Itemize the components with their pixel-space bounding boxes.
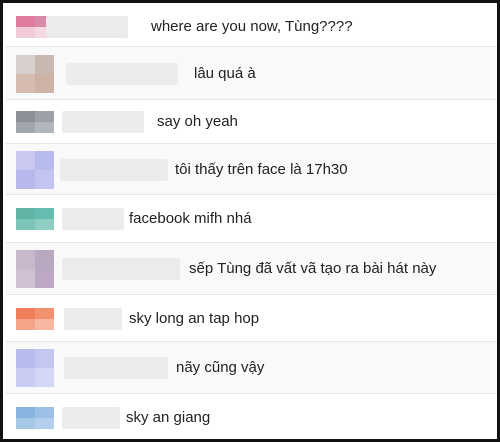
blurred-author-name (66, 62, 178, 85)
blurred-avatar (16, 111, 54, 133)
blurred-avatar (16, 208, 54, 230)
chat-window: where are you now, Tùng???? lâu quá à say … (0, 0, 500, 442)
blurred-author-name (62, 111, 144, 133)
blurred-avatar (16, 250, 54, 288)
chat-message-text: lâu quá à (194, 64, 256, 82)
chat-message-text: where are you now, Tùng???? (151, 17, 353, 35)
chat-message-row: lâu quá à (6, 47, 497, 100)
chat-message-row: sky long an tap hop (6, 295, 497, 342)
chat-message-row: say oh yeah (6, 100, 497, 144)
blurred-avatar (16, 307, 54, 330)
chat-message-text: sếp Tùng đã vất vã tạo ra bài hát này (189, 260, 437, 277)
blurred-avatar (16, 349, 54, 387)
chat-message-row: nãy cũng vậy (6, 342, 497, 394)
blurred-avatar (16, 407, 54, 429)
chat-message-list: where are you now, Tùng???? lâu quá à say … (6, 6, 497, 439)
blurred-author-name (64, 357, 168, 379)
chat-message-row: where are you now, Tùng???? (6, 6, 497, 47)
chat-message-row: facebook mifh nhá (6, 195, 497, 243)
chat-message-text: sky long an tap hop (129, 309, 260, 327)
blurred-author-name (62, 407, 120, 429)
chat-message-row: sếp Tùng đã vất vã tạo ra bài hát này (6, 243, 497, 295)
blurred-author-name (62, 208, 124, 230)
chat-message-row: tôi thấy trên face là 17h30 (6, 144, 497, 195)
chat-message-text: tôi thấy trên face là 17h30 (175, 160, 348, 178)
chat-message-row: sky an giang (6, 394, 497, 439)
blurred-author-name (60, 158, 168, 181)
chat-message-text: nãy cũng vậy (176, 359, 265, 376)
blurred-author-name (46, 15, 128, 38)
blurred-author-name (62, 258, 180, 280)
chat-message-text: facebook mifh nhá (129, 210, 252, 227)
blurred-author-name (64, 307, 122, 330)
blurred-avatar (16, 54, 54, 93)
chat-message-text: sky an giang (126, 409, 211, 426)
blurred-avatar (16, 150, 54, 189)
chat-message-text: say oh yeah (157, 113, 238, 130)
